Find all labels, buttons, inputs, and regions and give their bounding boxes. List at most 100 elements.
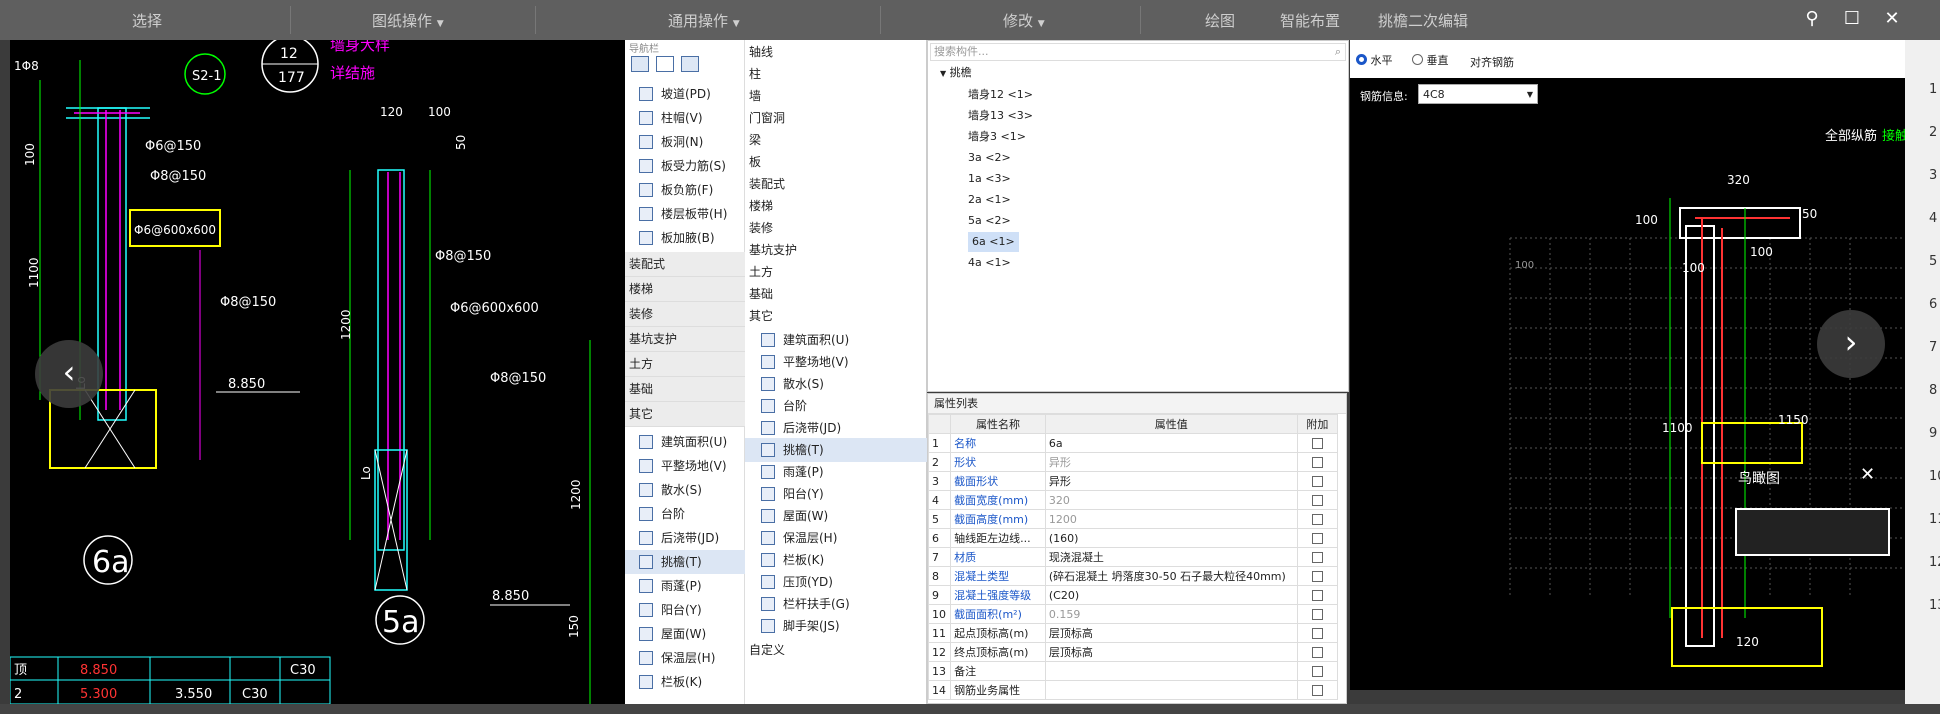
table-row[interactable]: 2 形状 异形 <box>928 452 1339 472</box>
nav-item-canopy[interactable]: 雨蓬(P) <box>639 574 702 598</box>
nav-cat-other[interactable]: 其它 <box>625 402 745 427</box>
nav-item-negative-rebar[interactable]: 板负筋(F) <box>639 178 713 202</box>
checkbox[interactable] <box>1311 476 1323 487</box>
table-row[interactable]: 7 材质 现浇混凝土 <box>928 547 1339 567</box>
table-row[interactable]: 4 截面宽度(mm) 320 <box>928 490 1339 510</box>
property-value[interactable]: (160) <box>1044 528 1298 548</box>
table-row[interactable]: 12 终点顶标高(m) 层顶标高 <box>928 642 1339 662</box>
nav-cat-foundation[interactable]: 基础 <box>749 282 773 306</box>
ribbon-group-drawing-ops[interactable]: 图纸操作 ▼ <box>372 10 444 31</box>
nav-item-balcony[interactable]: 阳台(Y) <box>761 482 824 506</box>
property-value[interactable]: 0.159 <box>1044 604 1298 624</box>
property-value[interactable]: 异形 <box>1044 471 1298 491</box>
nav-cat-prefab[interactable]: 装配式 <box>625 252 745 277</box>
nav-item-insulation[interactable]: 保温层(H) <box>639 646 715 670</box>
close-icon[interactable]: ✕ <box>1877 4 1907 34</box>
search-input[interactable]: 搜索构件... ⌕ <box>930 43 1346 61</box>
tree-item[interactable]: 5a <2> <box>968 211 1011 231</box>
table-row[interactable]: 14 钢筋业务属性 <box>928 680 1339 700</box>
maximize-icon[interactable]: ☐ <box>1837 4 1867 34</box>
nav-item-roof[interactable]: 屋面(W) <box>761 504 828 528</box>
tree-item[interactable]: 墙身3 <1> <box>968 127 1026 147</box>
nav-item-roof[interactable]: 屋面(W) <box>639 622 706 646</box>
pin-icon[interactable]: ⚲ <box>1797 4 1827 34</box>
nav-item-coping[interactable]: 压顶(YD) <box>761 570 833 594</box>
nav-cat-decoration[interactable]: 装修 <box>749 216 773 240</box>
nav-item-eave-selected[interactable]: 挑檐(T) <box>625 550 745 574</box>
nav-item-ramp[interactable]: 坡道(PD) <box>639 82 711 106</box>
nav-item-balcony[interactable]: 阳台(Y) <box>639 598 702 622</box>
radio-horizontal[interactable]: 水平 <box>1356 52 1393 68</box>
nav-item-slab-hole[interactable]: 板洞(N) <box>639 130 703 154</box>
checkbox[interactable] <box>1311 685 1323 696</box>
ribbon-group-modify[interactable]: 修改 ▼ <box>1003 10 1045 31</box>
nav-cat-wall[interactable]: 墙 <box>749 84 761 108</box>
property-value[interactable]: 现浇混凝土 <box>1044 547 1298 567</box>
table-row[interactable]: 13 备注 <box>928 661 1339 681</box>
align-rebar-button[interactable]: 对齐钢筋 <box>1470 54 1514 70</box>
tree-item[interactable]: 3a <2> <box>968 148 1011 168</box>
table-row[interactable]: 9 混凝土强度等级 (C20) <box>928 585 1339 605</box>
nav-item-site-leveling[interactable]: 平整场地(V) <box>639 454 727 478</box>
checkbox[interactable] <box>1311 571 1323 582</box>
rebar-info-select[interactable]: 4C8 ▼ <box>1418 84 1538 104</box>
nav-cat-pit-support[interactable]: 基坑支护 <box>625 327 745 352</box>
nav-item-parapet[interactable]: 栏板(K) <box>639 670 702 694</box>
checkbox[interactable] <box>1311 457 1323 468</box>
tree-item[interactable]: 4a <1> <box>968 253 1011 273</box>
radio-vertical[interactable]: 垂直 <box>1412 52 1449 68</box>
checkbox[interactable] <box>1311 438 1323 449</box>
nav-item-column-cap[interactable]: 柱帽(V) <box>639 106 703 130</box>
table-row[interactable]: 10 截面面积(m²) 0.159 <box>928 604 1339 624</box>
property-value[interactable] <box>1044 680 1298 700</box>
checkbox[interactable] <box>1311 628 1323 639</box>
birdseye-minimap[interactable] <box>1735 508 1890 556</box>
detail-view-icon[interactable] <box>680 56 699 72</box>
tree-item[interactable]: 1a <3> <box>968 169 1011 189</box>
nav-item-canopy[interactable]: 雨蓬(P) <box>761 460 824 484</box>
tree-item[interactable]: 墙身13 <3> <box>968 106 1033 126</box>
nav-item-floor-area[interactable]: 建筑面积(U) <box>761 328 849 352</box>
checkbox[interactable] <box>1311 533 1323 544</box>
nav-cat-stairs[interactable]: 楼梯 <box>749 194 773 218</box>
nav-item-post-pour-strip[interactable]: 后浇带(JD) <box>761 416 841 440</box>
nav-cat-slab[interactable]: 板 <box>749 150 761 174</box>
nav-item-railing[interactable]: 栏杆扶手(G) <box>761 592 850 616</box>
nav-view-toggle[interactable] <box>631 56 741 76</box>
rebar-preview-canvas[interactable]: 钢筋信息: 4C8 ▼ 100 320 100 50 100 100 1100 <box>1350 78 1905 690</box>
nav-item-apron[interactable]: 散水(S) <box>639 478 702 502</box>
nav-item-site-leveling[interactable]: 平整场地(V) <box>761 350 849 374</box>
table-row[interactable]: 5 截面高度(mm) 1200 <box>928 509 1339 529</box>
nav-item-slab-strip[interactable]: 楼层板带(H) <box>639 202 727 226</box>
property-value[interactable]: (C20) <box>1044 585 1298 605</box>
ribbon-group-eave-edit[interactable]: 挑檐二次编辑 <box>1378 10 1468 31</box>
property-value[interactable]: 异形 <box>1044 452 1298 472</box>
nav-cat-column[interactable]: 柱 <box>749 62 761 86</box>
ribbon-group-draw[interactable]: 绘图 <box>1205 10 1235 31</box>
ribbon-group-smart-layout[interactable]: 智能布置 <box>1280 10 1340 31</box>
property-value[interactable]: 6a <box>1044 433 1298 453</box>
nav-item-apron[interactable]: 散水(S) <box>761 372 824 396</box>
nav-cat-custom[interactable]: 自定义 <box>749 638 785 662</box>
nav-item-slab-haunch[interactable]: 板加腋(B) <box>639 226 715 250</box>
nav-item-slab-rebar[interactable]: 板受力筋(S) <box>639 154 726 178</box>
property-value[interactable]: 1200 <box>1044 509 1298 529</box>
nav-item-steps[interactable]: 台阶 <box>761 394 807 418</box>
nav-item-scaffold[interactable]: 脚手架(JS) <box>761 614 840 638</box>
list-view-icon[interactable] <box>655 56 674 72</box>
checkbox[interactable] <box>1311 590 1323 601</box>
ribbon-group-select[interactable]: 选择 <box>132 10 162 31</box>
table-row[interactable]: 8 混凝土类型 (碎石混凝土 坍落度30-50 石子最大粒径40mm) <box>928 566 1339 586</box>
nav-item-insulation[interactable]: 保温层(H) <box>761 526 837 550</box>
nav-item-steps[interactable]: 台阶 <box>639 502 685 526</box>
tree-root[interactable]: ▼ 挑檐 <box>940 63 972 83</box>
property-value[interactable]: 层顶标高 <box>1044 642 1298 662</box>
table-row[interactable]: 11 起点顶标高(m) 层顶标高 <box>928 623 1339 643</box>
nav-cat-door-window[interactable]: 门窗洞 <box>749 106 785 130</box>
checkbox[interactable] <box>1311 552 1323 563</box>
property-value[interactable]: 320 <box>1044 490 1298 510</box>
nav-item-floor-area[interactable]: 建筑面积(U) <box>639 430 727 454</box>
tree-item[interactable]: 墙身12 <1> <box>968 85 1033 105</box>
property-value[interactable] <box>1044 661 1298 681</box>
nav-cat-earthwork[interactable]: 土方 <box>625 352 745 377</box>
